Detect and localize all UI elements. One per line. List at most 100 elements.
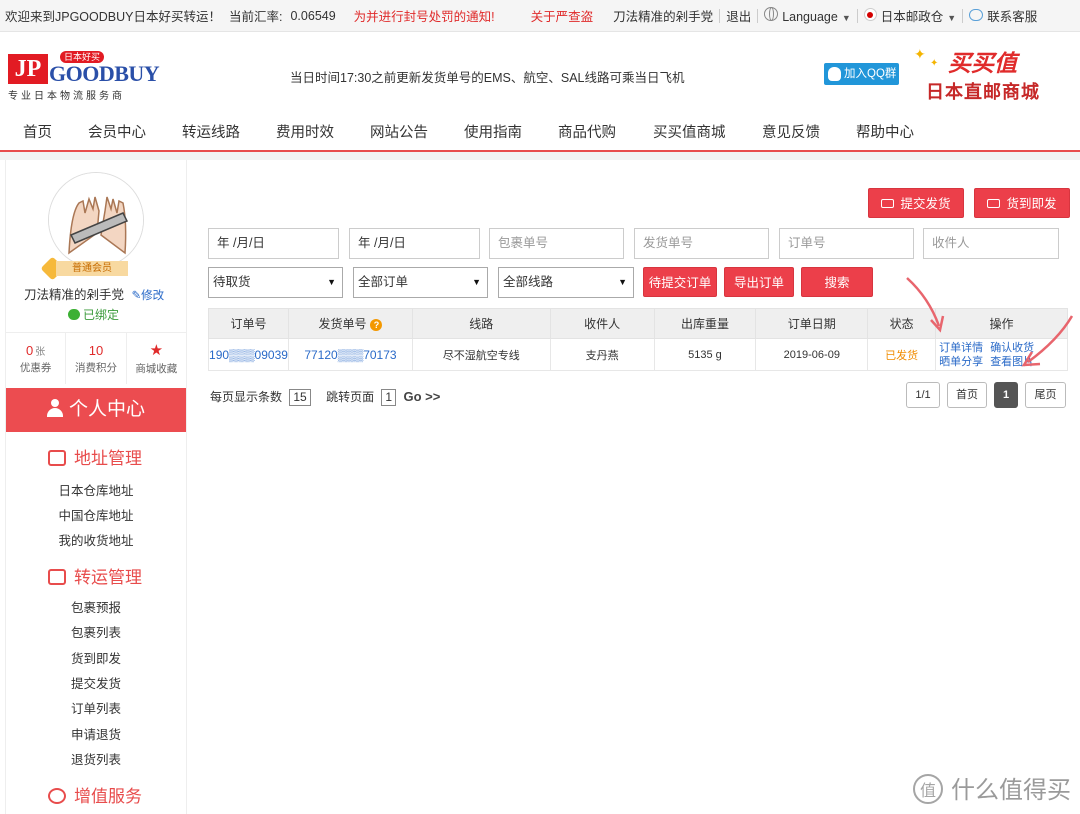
language-menu[interactable]: Language ▼	[764, 7, 851, 24]
watermark-logo-icon	[913, 774, 943, 804]
sidebar-item-my-address[interactable]: 我的收货地址	[6, 530, 186, 549]
avatar[interactable]	[48, 172, 144, 268]
recipient-input[interactable]: 收件人	[923, 228, 1059, 259]
warehouse-menu[interactable]: 日本邮政仓 ▼	[863, 6, 957, 25]
nav-item-routes[interactable]: 转运线路	[182, 114, 240, 150]
sidebar-item-submit-shipment[interactable]: 提交发货	[6, 673, 186, 692]
sidebar-item-package-list[interactable]: 包裹列表	[6, 622, 186, 641]
shipment-number-link[interactable]: 77120▒▒▒70173	[287, 338, 413, 371]
caret-down-icon: ▼	[841, 13, 851, 23]
avatar-image	[49, 173, 143, 267]
column-header: 发货单号?	[287, 308, 413, 339]
japan-flag-icon	[863, 8, 877, 21]
member-level-badge: 普通会员	[40, 256, 134, 281]
date-to-input[interactable]: 年 /月/日	[349, 228, 480, 259]
sidebar-item-ship-on-arrival[interactable]: 货到即发	[6, 648, 186, 667]
export-orders-button[interactable]: 导出订单	[724, 267, 794, 297]
order-type-select[interactable]: 全部订单 ▼	[353, 267, 488, 298]
column-header: 出库重量	[653, 308, 757, 339]
divider	[719, 8, 721, 23]
edit-profile-link[interactable]: ✎修改	[132, 290, 165, 302]
nav-item-purchasing[interactable]: 商品代购	[558, 114, 616, 150]
column-header: 收件人	[549, 308, 655, 339]
date-from-input[interactable]: 年 /月/日	[208, 228, 339, 259]
nav-item-feedback[interactable]: 意见反馈	[762, 114, 820, 150]
nav-item-mall[interactable]: 买买值商城	[653, 114, 726, 150]
nav-item-help[interactable]: 帮助中心	[856, 114, 914, 150]
share-order-link[interactable]: 晒单分享	[939, 356, 983, 368]
maimaizhi-banner[interactable]: ✦ ✦ 买买值 日本直邮商城	[912, 40, 1067, 110]
join-qq-label: 加入QQ群	[844, 68, 897, 80]
logout-link[interactable]: 退出	[726, 6, 751, 25]
sidebar-item-package-forecast[interactable]: 包裹预报	[6, 597, 186, 616]
recipient-cell: 支丹燕	[549, 338, 655, 371]
current-page-button[interactable]: 1	[994, 382, 1018, 408]
stat-coupons[interactable]: 0张 优惠券	[6, 333, 67, 384]
order-details-link[interactable]: 订单详情	[939, 342, 983, 354]
main-nav: 首页 会员中心 转运线路 费用时效 网站公告 使用指南 商品代购 买买值商城 意…	[0, 114, 1080, 152]
search-button[interactable]: 搜索	[801, 267, 873, 297]
stat-points[interactable]: 10 消费积分	[66, 333, 127, 384]
welcome-text: 欢迎来到JPGOODBUY日本好买转运！	[5, 10, 221, 24]
nav-item-guide[interactable]: 使用指南	[464, 114, 522, 150]
order-number-link[interactable]: 190▒▒▒09039	[208, 338, 289, 371]
go-button[interactable]: Go >>	[403, 389, 440, 404]
column-header: 线路	[411, 308, 551, 339]
button-label: 提交发货	[900, 197, 951, 211]
annotation-arrow	[906, 277, 945, 333]
pending-orders-button[interactable]: 待提交订单	[643, 267, 717, 297]
help-icon[interactable]: ?	[370, 319, 383, 331]
contact-service-link[interactable]: 联系客服	[969, 6, 1037, 25]
per-page-input[interactable]: 15	[289, 389, 311, 406]
date-cell: 2019-06-09	[755, 338, 869, 371]
route-select[interactable]: 全部线路 ▼	[498, 267, 634, 298]
watermark: 什么值得买	[913, 770, 1071, 805]
topbar-username[interactable]: 刀法精准的剁手党	[613, 6, 713, 25]
header-notice: 当日时间17:30之前更新发货单号的EMS、航空、SAL线路可乘当日飞机	[290, 71, 685, 85]
nav-item-announcements[interactable]: 网站公告	[370, 114, 428, 150]
nav-item-fees[interactable]: 费用时效	[276, 114, 334, 150]
nav-item-home[interactable]: 首页	[23, 114, 52, 150]
pencil-icon: ✎	[131, 290, 142, 302]
sidebar-item-return-request[interactable]: 申请退货	[6, 724, 186, 743]
chat-icon	[969, 9, 984, 21]
submit-shipment-button[interactable]: 提交发货	[868, 188, 964, 218]
column-header: 订单日期	[755, 308, 869, 339]
caret-down-icon: ▼	[947, 13, 957, 23]
weight-cell: 5135 g	[653, 338, 757, 371]
personal-center-header[interactable]: 个人中心	[6, 388, 186, 432]
notice-link-1[interactable]: 为并进行封号处罚的通知!	[354, 6, 495, 25]
sidebar-item-return-list[interactable]: 退货列表	[6, 749, 186, 768]
order-number-input[interactable]: 订单号	[779, 228, 914, 259]
status-select[interactable]: 待取货 ▼	[208, 267, 343, 298]
first-page-button[interactable]: 首页	[947, 382, 987, 408]
sparkle-icon: ✦	[914, 46, 926, 62]
route-cell: 尽不湿航空专线	[411, 338, 551, 371]
sidebar-item-jp-warehouse[interactable]: 日本仓库地址	[6, 480, 186, 499]
stat-favorites[interactable]: ★ 商城收藏	[127, 333, 186, 384]
site-logo[interactable]: JP 日本好买 GOODBUY 专业日本物流服务商	[8, 51, 160, 102]
notice-link-2[interactable]: 关于严查盗	[531, 6, 594, 25]
section-title: 转运管理	[74, 568, 142, 587]
per-page-label: 每页显示条数	[210, 390, 283, 404]
select-value: 待取货	[213, 275, 251, 289]
join-qq-group-button[interactable]: 加入QQ群	[824, 63, 899, 85]
section-value-added: 增值服务	[48, 782, 142, 807]
shipment-number-input[interactable]: 发货单号	[634, 228, 769, 259]
last-page-button[interactable]: 尾页	[1025, 382, 1066, 408]
sidebar-item-order-list[interactable]: 订单列表	[6, 698, 186, 717]
user-icon	[46, 399, 63, 417]
bound-label: 已绑定	[83, 308, 120, 322]
logo-goodbuy: GOODBUY	[49, 61, 160, 86]
qq-icon	[828, 67, 841, 81]
list-icon	[48, 569, 66, 585]
select-value: 全部订单	[358, 275, 409, 289]
ship-on-arrival-button[interactable]: 货到即发	[974, 188, 1070, 218]
jump-label: 跳转页面	[326, 390, 375, 404]
nav-item-member[interactable]: 会员中心	[88, 114, 146, 150]
package-number-input[interactable]: 包裹单号	[489, 228, 624, 259]
logo-jp: JP	[8, 54, 48, 84]
sidebar-item-cn-warehouse[interactable]: 中国仓库地址	[6, 505, 186, 524]
jump-page-input[interactable]: 1	[381, 389, 397, 406]
username-text: 刀法精准的剁手党	[24, 288, 125, 302]
